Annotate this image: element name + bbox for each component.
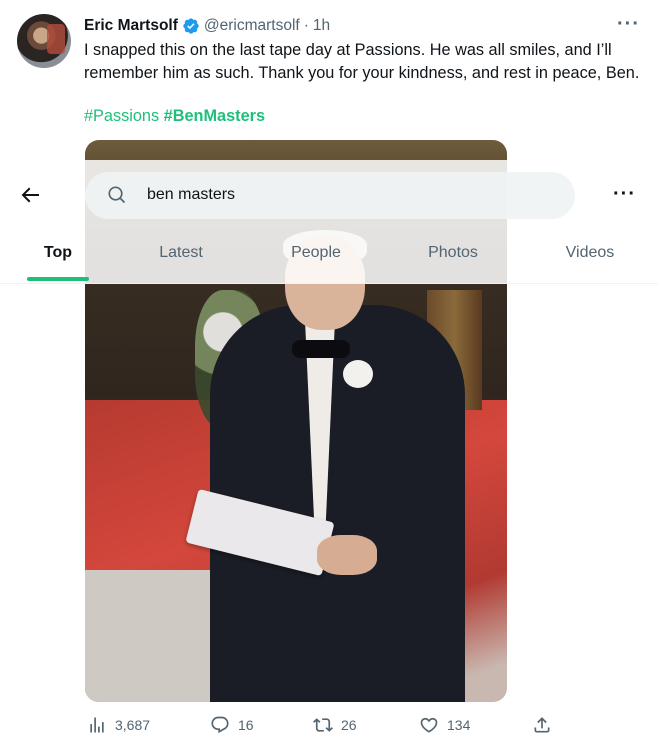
- search-tabs: Top Latest People Photos Videos: [0, 240, 658, 284]
- search-icon: [108, 186, 126, 204]
- tab-latest[interactable]: Latest: [145, 240, 217, 284]
- photo-bowtie: [292, 340, 350, 358]
- tab-people[interactable]: People: [280, 240, 352, 284]
- retweet-count: 26: [341, 717, 357, 733]
- tweet-header: Eric Martsolf @ericmartsolf · 1h: [84, 16, 330, 36]
- reply-icon: [211, 716, 229, 734]
- verified-badge-icon: [183, 18, 199, 34]
- search-input[interactable]: ben masters: [85, 172, 575, 219]
- tweet-text: I snapped this on the last tape day at P…: [84, 41, 640, 82]
- tweet: Eric Martsolf @ericmartsolf · 1h ··· I s…: [0, 0, 658, 750]
- hashtag-benmasters[interactable]: #BenMasters: [164, 107, 265, 125]
- tab-videos[interactable]: Videos: [553, 240, 627, 284]
- photo-boutonniere: [343, 360, 373, 388]
- back-arrow-icon[interactable]: [18, 183, 42, 207]
- tab-photos[interactable]: Photos: [416, 240, 490, 284]
- author-name[interactable]: Eric Martsolf: [84, 17, 178, 35]
- hashtag-passions[interactable]: #Passions: [84, 107, 159, 125]
- avatar[interactable]: [17, 14, 71, 68]
- search-more-button[interactable]: ···: [613, 183, 636, 206]
- retweet-icon: [313, 718, 333, 732]
- search-query: ben masters: [147, 186, 236, 203]
- photo-hand: [317, 535, 377, 575]
- tweet-time[interactable]: 1h: [313, 17, 330, 35]
- analytics-icon: [90, 717, 104, 733]
- tweet-more-button[interactable]: ···: [617, 13, 640, 36]
- views-count: 3,687: [115, 717, 151, 733]
- retweet-action[interactable]: 26: [313, 715, 357, 735]
- like-action[interactable]: 134: [419, 715, 470, 735]
- views-action[interactable]: 3,687: [87, 715, 150, 735]
- active-tab-indicator: [27, 277, 89, 281]
- heart-icon: [420, 717, 438, 733]
- share-action[interactable]: [532, 715, 552, 735]
- like-count: 134: [447, 717, 471, 733]
- reply-count: 16: [238, 717, 254, 733]
- avatar-detail: [47, 24, 65, 54]
- tweet-actions: 3,687 16 26 134: [0, 715, 658, 741]
- author-handle[interactable]: @ericmartsolf: [204, 17, 300, 35]
- share-icon: [534, 717, 550, 733]
- search-header: ben masters ··· Top Latest People Photos…: [0, 160, 658, 284]
- hashtags: #Passions #BenMasters: [84, 105, 265, 127]
- separator-dot: ·: [303, 17, 309, 34]
- reply-action[interactable]: 16: [210, 715, 254, 735]
